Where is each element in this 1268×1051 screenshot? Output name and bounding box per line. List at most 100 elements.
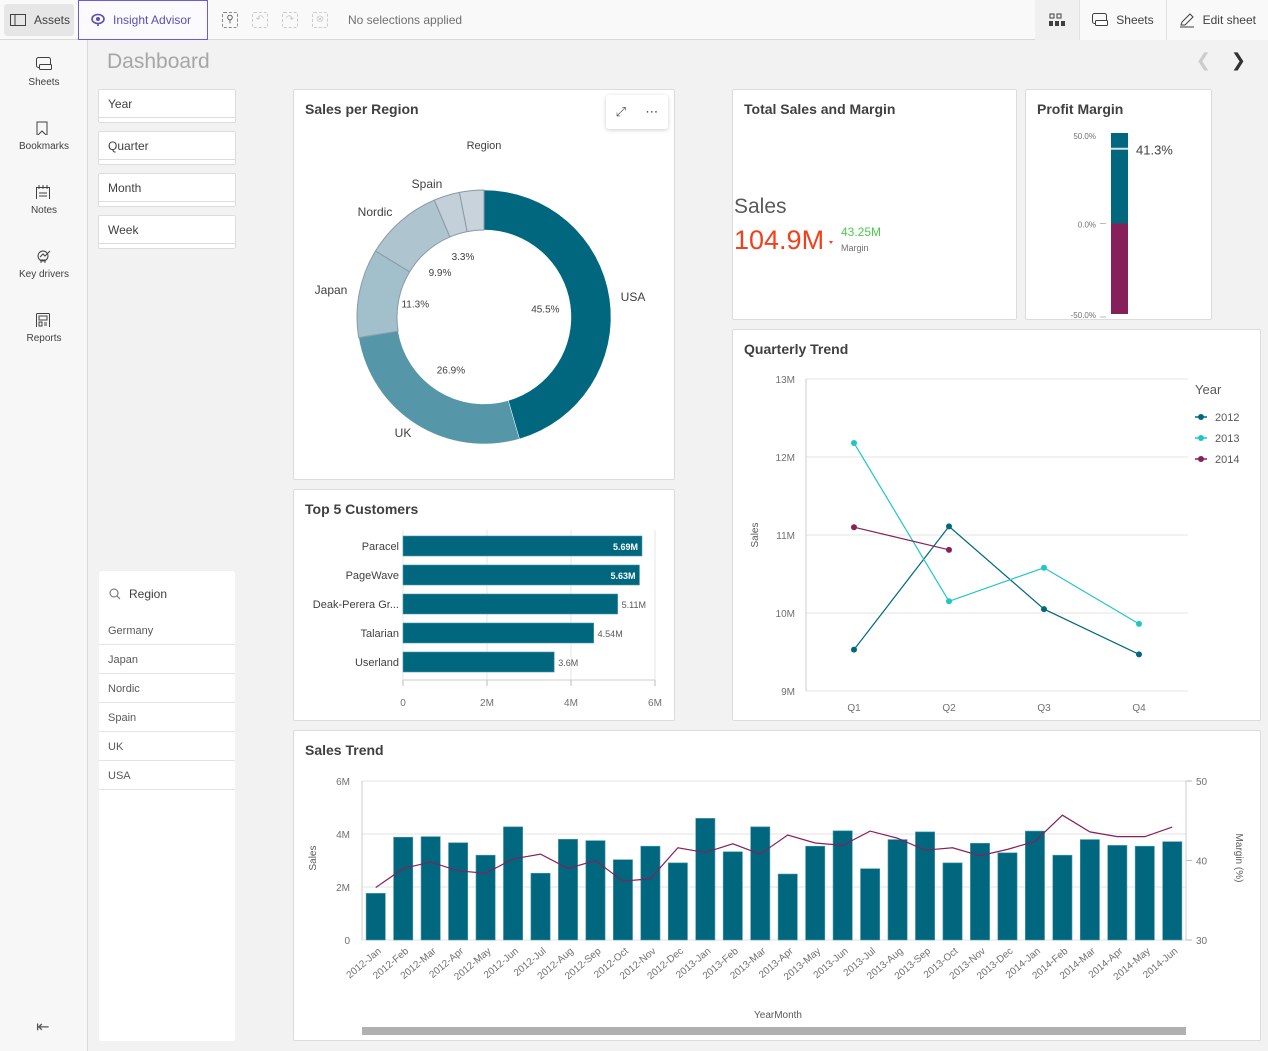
kpi-value: 104.9M [734, 225, 825, 255]
chart-scrollbar[interactable] [362, 1027, 1186, 1035]
sales-trend-card[interactable]: 0 2M 4M 6M 30 40 50 Sales Margin (%) YearMonth 201… [293, 730, 1261, 1041]
sales-per-region-card[interactable]: Region 45.5% 26.9% 11.3% 9.9% 3.3% USA UK Japan N… [293, 89, 675, 480]
profit-margin-card[interactable]: 41.3% 50.0% 0.0% -50.0% Profit Margin [1025, 89, 1212, 320]
bar [1162, 841, 1183, 941]
sheet-navigation: ❮ ❯ [1196, 50, 1246, 71]
category-label: Paracel [362, 541, 399, 553]
slice-category-label: Nordic [358, 205, 393, 219]
y-tick-label: 12M [776, 453, 795, 464]
list-item[interactable]: Spain [99, 703, 235, 732]
edit-sheet-button[interactable]: Edit sheet [1165, 0, 1268, 40]
list-item[interactable]: Nordic [99, 674, 235, 703]
kpi-label: Sales [734, 195, 787, 218]
series-line [853, 442, 1140, 625]
bar [1107, 845, 1128, 941]
legend-label: 2012 [1215, 412, 1239, 424]
edit-sheet-label: Edit sheet [1202, 13, 1256, 27]
bar [942, 862, 963, 941]
bar [915, 831, 935, 941]
list-item[interactable]: USA [99, 761, 235, 790]
y-tick-label: 11M [776, 531, 795, 542]
filter-week[interactable]: Week [98, 215, 236, 249]
gauge-negative-band [1111, 223, 1128, 314]
sheets-icon [1092, 13, 1109, 26]
bar-value-label: 3.6M [558, 658, 578, 668]
bar [402, 535, 643, 557]
gauge-tick-label: 0.0% [1078, 221, 1096, 230]
x-tick-label: Q3 [1037, 703, 1051, 714]
list-item[interactable]: Germany [99, 616, 235, 645]
sidebar-item-reports[interactable]: Reports [0, 296, 88, 360]
legend-marker [1198, 456, 1204, 462]
y-tick-label: 9M [781, 687, 795, 698]
next-sheet-icon[interactable]: ❯ [1231, 50, 1246, 71]
chart-tools: ⤢ ⋯ [606, 95, 668, 129]
sidebar-item-bookmarks[interactable]: Bookmarks [0, 104, 88, 168]
filter-year[interactable]: Year [98, 89, 236, 123]
bar [402, 593, 618, 615]
gauge-tick-label: -50.0% [1071, 311, 1096, 320]
previous-sheet-icon[interactable]: ❮ [1196, 50, 1211, 71]
top-toolbar: Assets Insight Advisor ⚲ ↶ ↷ ⊗ No select… [0, 0, 1268, 40]
kpi-down-icon [829, 241, 833, 244]
filter-month[interactable]: Month [98, 173, 236, 207]
bar [667, 862, 688, 941]
step-back-icon[interactable]: ↶ [252, 11, 268, 28]
sidebar-item-key-drivers[interactable]: Key drivers [0, 232, 88, 296]
y-tick-label: 10M [776, 609, 795, 620]
bar [402, 622, 594, 644]
left-sidebar: Sheets Bookmarks Notes Key drivers Repor… [0, 40, 88, 1051]
clear-selections-icon[interactable]: ⊗ [312, 11, 328, 28]
smart-search-icon[interactable]: ⚲ [222, 11, 238, 28]
insight-advisor-button[interactable]: Insight Advisor [78, 0, 208, 40]
sheet-title: Dashboard [107, 50, 210, 73]
listbox-header[interactable]: Region [99, 571, 235, 616]
collapse-sidebar-icon[interactable]: ⇤ [36, 1017, 49, 1037]
bar [585, 840, 606, 941]
data-point [1136, 620, 1142, 627]
data-point [851, 646, 857, 653]
bar [448, 842, 469, 941]
grid-view-button[interactable] [1035, 0, 1080, 40]
line-chart: 9M 10M 11M 12M 13M Sales Q1 Q2 Q3 Q4 Year 2012 2013 2… [750, 375, 1239, 714]
category-label: Userland [355, 657, 399, 669]
filter-quarter[interactable]: Quarter [98, 131, 236, 165]
legend-title: Region [467, 140, 502, 152]
list-item[interactable]: UK [99, 732, 235, 761]
step-forward-icon[interactable]: ↷ [282, 11, 298, 28]
assets-button[interactable]: Assets [4, 3, 74, 36]
expand-icon[interactable]: ⤢ [616, 104, 626, 120]
card-title: Sales Trend [305, 742, 384, 758]
y2-tick-label: 50 [1196, 777, 1208, 788]
total-sales-margin-card[interactable]: Total Sales and Margin Sales 104.9M 43.2… [732, 89, 1017, 320]
kpi-secondary-label: Margin [841, 243, 869, 253]
x-axis-label: YearMonth [754, 1010, 802, 1021]
legend-title: Year [1195, 382, 1222, 397]
y2-tick-label: 30 [1196, 936, 1208, 947]
bar [558, 839, 578, 941]
scrollbar-thumb[interactable] [362, 1027, 1186, 1035]
sidebar-item-label: Notes [30, 204, 58, 216]
gauge-positive-band [1111, 133, 1128, 224]
series-line [853, 526, 950, 551]
more-options-icon[interactable]: ⋯ [645, 104, 658, 120]
list-item[interactable]: Japan [99, 645, 235, 674]
bar [613, 859, 633, 941]
sidebar-item-label: Bookmarks [18, 140, 69, 152]
sidebar-item-notes[interactable]: Notes [0, 168, 88, 232]
sheets-button[interactable]: Sheets [1079, 0, 1166, 40]
listbox-title: Region [129, 586, 168, 601]
bar [1052, 854, 1073, 941]
bar [402, 651, 555, 673]
legend-marker [1198, 435, 1204, 441]
bar [365, 893, 386, 941]
legend-label: 2013 [1215, 433, 1239, 445]
donut-chart: Region 45.5% 26.9% 11.3% 9.9%3.3% USA UK Japan N… [315, 140, 645, 445]
x-tick-label: 2M [480, 698, 494, 709]
y-axis-label: Sales [308, 845, 319, 870]
top-customers-card[interactable]: 0 2M 4M 6M Paracel 5.69M PageWave 5.63M Deak-Per… [293, 489, 675, 721]
card-title: Quarterly Trend [744, 341, 849, 357]
pencil-icon [1179, 13, 1194, 28]
sidebar-item-sheets[interactable]: Sheets [0, 40, 88, 104]
quarterly-trend-card[interactable]: 9M 10M 11M 12M 13M Sales Q1 Q2 Q3 Q4 Year 2012 2013 2… [732, 329, 1261, 721]
